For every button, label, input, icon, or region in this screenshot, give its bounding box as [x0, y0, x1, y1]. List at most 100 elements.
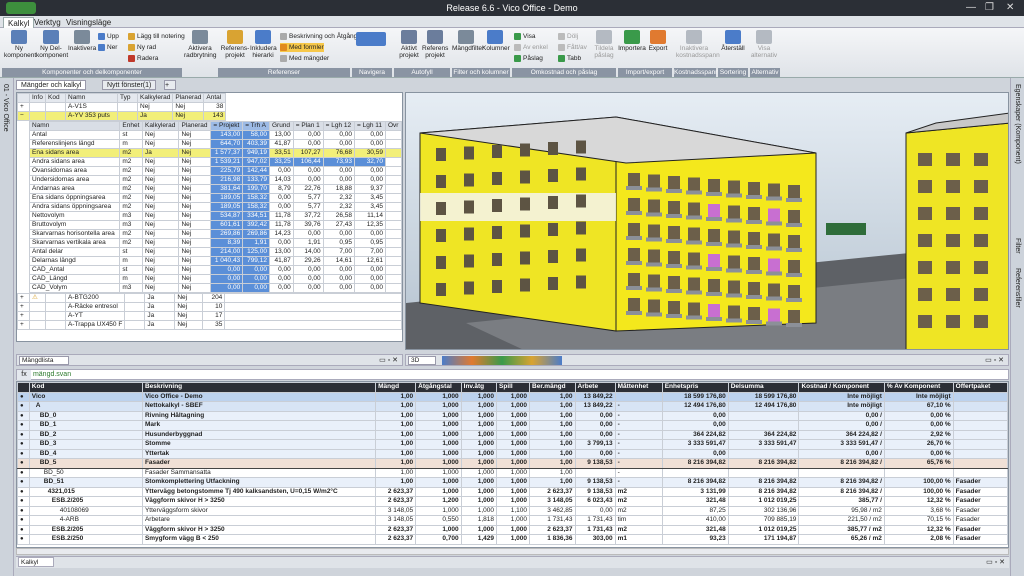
col-header[interactable]: Mängd: [375, 382, 417, 393]
row-indicator[interactable]: ●: [17, 496, 30, 507]
sub-col-header[interactable]: = Trh A: [242, 121, 270, 131]
down-button[interactable]: Ner: [98, 43, 117, 52]
sub-col-header[interactable]: = Lgh 12: [322, 121, 356, 131]
table-row[interactable]: + A-Räcke entresol Ja Nej 10: [17, 302, 402, 312]
reference-project-autofill-button[interactable]: Referens projekt: [422, 30, 448, 59]
row-indicator[interactable]: ●: [17, 477, 30, 488]
table-row[interactable]: Referenslinjens längd m Nej Nej 644,70 403,39…: [28, 139, 402, 149]
row-indicator[interactable]: ●: [17, 467, 30, 478]
export-button[interactable]: Export: [646, 30, 670, 52]
table-row[interactable]: Skarvarnas horisontella area m2 Nej Nej 269,…: [28, 229, 402, 239]
table-row[interactable]: ● 4321,015 Yttervägg betongstomme Tj 490 k…: [17, 486, 1008, 497]
left-dock-strip[interactable]: 01 - Vico Office: [0, 78, 14, 576]
table-row[interactable]: Bruttovolym m3 Nej Nej 601,61 392,42 11,78 39,7…: [28, 220, 402, 230]
sub-col-header[interactable]: Grund: [268, 121, 294, 131]
new-component-button[interactable]: Ny komponent: [4, 30, 36, 59]
new-row-button[interactable]: Ny rad: [128, 43, 156, 52]
view-tools-icons[interactable]: [442, 356, 562, 365]
col-header[interactable]: Offertpaket: [952, 382, 1008, 393]
got-off-button[interactable]: Fått/av: [558, 43, 587, 52]
table-row[interactable]: − A-YV 353 puts Ja Nej 143: [17, 111, 402, 121]
add-note-button[interactable]: Lägg till notering: [128, 32, 185, 41]
table-row[interactable]: Antal st Nej Nej 143,00 58,00 13,00 0,00 0,00 0,0…: [28, 130, 402, 140]
sub-col-header[interactable]: Namn: [28, 121, 121, 131]
formula-input[interactable]: mängd.svan: [33, 371, 71, 378]
table-row[interactable]: ● Vico Vico Office - Demo 1,00 1,000 1,000 1,0…: [17, 391, 1008, 402]
table-row[interactable]: Antal delar st Nej Nej 214,00 125,00 13,00 14,0…: [28, 247, 402, 257]
table-row[interactable]: + A-Trappa UX450 F Ja Nej 35: [17, 320, 402, 330]
table-row[interactable]: ● BD_5 Fasader 1,00 1,000 1,000 1,000 1,00 9 138…: [17, 458, 1008, 469]
col-header[interactable]: Inv.åtg: [460, 382, 498, 393]
table-row[interactable]: + A-YT Ja Nej 17: [17, 311, 402, 321]
col-kod[interactable]: Kod: [45, 93, 66, 103]
table-row[interactable]: Ovansidornas area m2 Nej Nej 225,79 142,44 0,0…: [28, 166, 402, 176]
table-row[interactable]: Ena sidans öppningsarea m2 Nej Nej 189,05 158…: [28, 193, 402, 203]
sub-col-header[interactable]: Planerad: [178, 121, 212, 131]
minimize-button[interactable]: —: [966, 2, 976, 13]
row-indicator[interactable]: ●: [17, 534, 30, 545]
table-row[interactable]: ● BD_3 Stomme 1,00 1,000 1,000 1,000 1,00 3 799,…: [17, 439, 1008, 450]
line-wrap-button[interactable]: Aktivera radbrytning: [184, 30, 217, 59]
table-row[interactable]: CAD_Längd m Nej Nej 0,00 0,00 0,00 0,00 0,00 0,00: [28, 274, 402, 284]
navigate-buttons[interactable]: [354, 32, 388, 47]
deactivate-cost-span-button[interactable]: Inaktivera kostnadsspann: [676, 30, 720, 59]
deactivate-button[interactable]: Inaktivera: [68, 30, 96, 52]
col-header[interactable]: Arbete: [574, 382, 616, 393]
table-row[interactable]: Ena sidans area m2 Ja Nej 1 577,37 949,19 33,5…: [28, 148, 402, 158]
col-header[interactable]: Måttenhet: [614, 382, 663, 393]
col-header[interactable]: Spill: [496, 382, 531, 393]
row-indicator[interactable]: ●: [17, 515, 30, 526]
import-button[interactable]: Importera: [618, 30, 646, 52]
col-header[interactable]: Enhetspris: [661, 382, 729, 393]
reference-project-button[interactable]: Referens-projekt: [220, 30, 250, 59]
active-project-button[interactable]: Aktivt projekt: [396, 30, 422, 59]
include-hierarchy-button[interactable]: Inkludera hierarki: [250, 30, 277, 59]
table-row[interactable]: Andra sidans öppningsarea m2 Nej Nej 189,05 1…: [28, 202, 402, 212]
assign-markup-button[interactable]: Tildela påslag: [592, 30, 616, 59]
table-row[interactable]: ● ESB.2/205 Väggform skivor H > 3250 2 623,…: [17, 524, 1008, 535]
table-row[interactable]: ● BD_4 Yttertak 1,00 1,000 1,000 1,000 1,00 0,00…: [17, 448, 1008, 459]
show-button[interactable]: Visa: [514, 32, 536, 41]
table-row[interactable]: Andra sidans area m2 Nej Nej 1 539,21 947,02 3…: [28, 157, 402, 167]
row-indicator[interactable]: ●: [17, 401, 30, 412]
row-indicator[interactable]: ●: [17, 505, 30, 516]
filter-panel-tab[interactable]: Filter: [1014, 238, 1021, 254]
col-typ[interactable]: Typ: [117, 93, 138, 103]
table-row[interactable]: ● 40108069 Ytterväggsform skivor 3 148,05 1,…: [17, 505, 1008, 516]
with-quantities-option[interactable]: Med mängder: [280, 54, 329, 63]
table-row[interactable]: + ⚠ A-BTG200 Ja Nej 204: [17, 293, 402, 303]
table-row[interactable]: Skarvarnas vertikala area m2 Nej Nej 8,39 1,9…: [28, 238, 402, 248]
tab-button[interactable]: Tabb: [558, 54, 581, 63]
table-row[interactable]: ● ESB.2/250 Smygform vägg B < 250 2 623,37 0…: [17, 534, 1008, 545]
sub-col-header[interactable]: = Lgh 11: [354, 121, 386, 131]
columns-button[interactable]: Kolumner: [482, 30, 510, 52]
tab-visningslage[interactable]: Visningsläge: [62, 17, 115, 28]
pane-controls[interactable]: ▭ ▫ ✕: [379, 356, 398, 364]
col-namn[interactable]: Namn: [65, 93, 118, 103]
table-row[interactable]: Nettovolym m3 Nej Nej 534,87 334,51 11,78 37,72…: [28, 211, 402, 221]
close-button[interactable]: ✕: [1006, 2, 1014, 13]
col-header[interactable]: Delsumma: [727, 382, 800, 393]
table-row[interactable]: ● BD_2 Husunderbyggnad 1,00 1,000 1,000 1,000 1…: [17, 429, 1008, 440]
view-pane-controls[interactable]: ▭ ▫ ✕: [985, 356, 1004, 364]
table-row[interactable]: ● BD_0 Rivning Håltagning 1,00 1,000 1,000 1,0…: [17, 410, 1008, 421]
markup-button[interactable]: Påslag: [514, 54, 543, 63]
sub-col-header[interactable]: Kalkylerad: [142, 121, 180, 131]
row-indicator[interactable]: ●: [17, 486, 30, 497]
table-row[interactable]: CAD_Antal st Nej Nej 0,00 0,00 0,00 0,00 0,00 0,0…: [28, 265, 402, 275]
row-indicator[interactable]: ●: [17, 420, 30, 431]
tab-verktyg[interactable]: Verktyg: [30, 17, 65, 28]
col-header[interactable]: % Av Komponent: [883, 382, 954, 393]
list-type-select[interactable]: Mängdlista: [19, 356, 69, 365]
table-row[interactable]: ● 4-ARB Arbetare 3 148,05 0,550 1,818 1,000 1 7…: [17, 515, 1008, 526]
table-row[interactable]: ● BD_50 Fasader Sammansatta 1,00 1,000 1,000 1…: [17, 467, 1008, 478]
sub-col-header[interactable]: = Plan 1: [292, 121, 324, 131]
col-planerad[interactable]: Planerad: [172, 93, 205, 103]
col-kalkylerad[interactable]: Kalkylerad: [136, 93, 174, 103]
reference-files-tab[interactable]: Referensfiler: [1014, 268, 1021, 308]
table-row[interactable]: Delarnas längd m Nej Nej 1 040,43 799,12 41,87…: [28, 256, 402, 266]
properties-panel-tab[interactable]: Egenskaper (Komponent): [1014, 84, 1021, 164]
single-off-button[interactable]: Av enkel: [514, 43, 548, 52]
col-header[interactable]: Beskrivning: [141, 382, 377, 393]
3d-view[interactable]: [405, 92, 1009, 350]
